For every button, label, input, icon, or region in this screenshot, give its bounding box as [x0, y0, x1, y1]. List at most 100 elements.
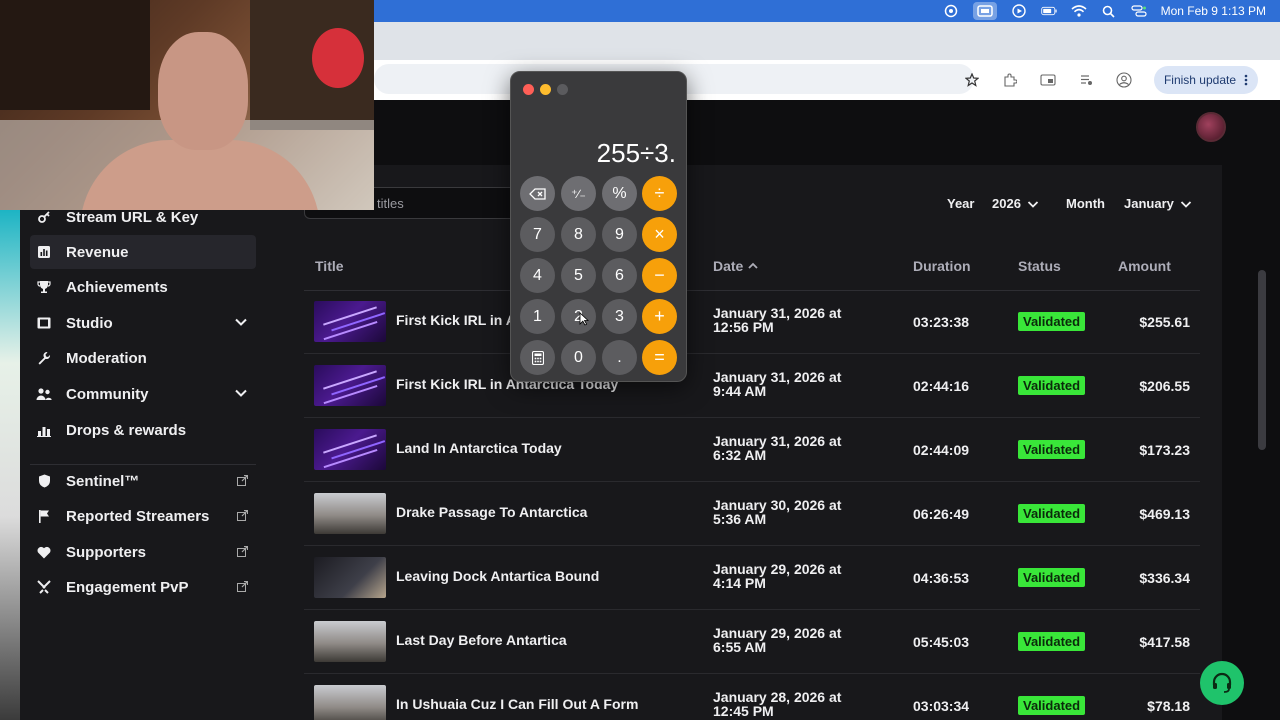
table-row[interactable]: Land In Antarctica Today January 31, 202… — [304, 418, 1200, 482]
menubar-clock[interactable]: Mon Feb 9 1:13 PM — [1161, 4, 1266, 18]
row-amount: $206.55 — [1139, 378, 1190, 394]
calc-key-6[interactable]: 6 — [602, 258, 637, 293]
table-row[interactable]: Last Day Before Antartica January 29, 20… — [304, 610, 1200, 674]
row-date: January 29, 2026 at 6:55 AM — [713, 625, 842, 655]
table-row[interactable]: In Ushuaia Cuz I Can Fill Out A Form Jan… — [304, 674, 1200, 720]
external-link-icon — [237, 509, 249, 524]
chevron-down-icon[interactable] — [234, 315, 248, 329]
row-date: January 28, 2026 at 12:45 PM — [713, 689, 842, 719]
sidebar-item-engagement-pvp[interactable]: Engagement PvP — [30, 570, 256, 604]
table-row[interactable]: First Kick IRL in Antarctica Today Janua… — [304, 354, 1200, 418]
sidebar-item-label: Revenue — [66, 243, 129, 261]
cast-icon[interactable] — [1040, 72, 1056, 88]
sidebar-item-label: Studio — [66, 314, 113, 332]
profile-icon[interactable] — [1116, 72, 1132, 88]
row-title[interactable]: In Ushuaia Cuz I Can Fill Out A Form — [396, 696, 638, 712]
calc-key-decimal[interactable]: . — [602, 340, 637, 375]
table-row[interactable]: Drake Passage To Antarctica January 30, … — [304, 482, 1200, 546]
calc-key-multiply[interactable]: × — [642, 217, 677, 252]
month-select[interactable]: January — [1124, 196, 1192, 211]
stream-thumbnail[interactable] — [314, 685, 386, 720]
close-window-button[interactable] — [523, 84, 534, 95]
row-duration: 03:23:38 — [913, 314, 970, 330]
row-title[interactable]: Leaving Dock Antartica Bound — [396, 568, 599, 584]
sidebar-item-revenue[interactable]: Revenue — [30, 235, 256, 269]
calc-key-1[interactable]: 1 — [520, 299, 555, 334]
row-title[interactable]: Drake Passage To Antarctica — [396, 504, 587, 520]
calc-key-8[interactable]: 8 — [561, 217, 596, 252]
calc-key-4[interactable]: 4 — [520, 258, 555, 293]
calculator-window: 255÷3. ⁺∕₋ % ÷ 7 8 9 × 4 5 6 − 1 2 3 + 0… — [510, 71, 687, 382]
table-row[interactable]: Leaving Dock Antartica Bound January 29,… — [304, 546, 1200, 610]
stream-thumbnail[interactable] — [314, 301, 386, 342]
webcam-balloon — [312, 28, 364, 88]
calc-key-0[interactable]: 0 — [561, 340, 596, 375]
calc-key-mode[interactable] — [520, 340, 555, 375]
calc-key-5[interactable]: 5 — [561, 258, 596, 293]
finish-update-button[interactable]: Finish update — [1153, 66, 1258, 94]
calc-key-3[interactable]: 3 — [602, 299, 637, 334]
page-scrollbar[interactable] — [1258, 270, 1266, 450]
wifi-icon[interactable] — [1071, 4, 1087, 18]
battery-icon[interactable] — [1040, 4, 1057, 18]
table-row[interactable]: First Kick IRL in A January 31, 2026 at … — [304, 290, 1200, 354]
extensions-icon[interactable] — [1002, 72, 1018, 88]
play-icon[interactable] — [1011, 4, 1027, 18]
row-title[interactable]: First Kick IRL in A — [396, 312, 516, 328]
search-icon[interactable] — [1101, 4, 1117, 18]
film-icon — [36, 315, 52, 331]
user-avatar[interactable] — [1196, 112, 1226, 142]
column-header-duration[interactable]: Duration — [913, 258, 971, 274]
calc-key-sign[interactable]: ⁺∕₋ — [561, 176, 596, 211]
year-value: 2026 — [992, 196, 1021, 211]
star-icon[interactable] — [964, 72, 980, 88]
zoom-window-button[interactable] — [557, 84, 568, 95]
creative-cloud-icon[interactable] — [943, 4, 959, 18]
column-header-date[interactable]: Date — [713, 258, 759, 274]
column-header-status[interactable]: Status — [1018, 258, 1061, 274]
calc-key-9[interactable]: 9 — [602, 217, 637, 252]
year-label: Year — [947, 196, 975, 211]
column-header-title[interactable]: Title — [315, 258, 344, 274]
column-header-amount[interactable]: Amount — [1118, 258, 1171, 274]
calc-key-subtract[interactable]: − — [642, 258, 677, 293]
sidebar-item-label: Reported Streamers — [66, 507, 210, 525]
background-window-strip — [0, 210, 20, 720]
sidebar-item-reported-streamers[interactable]: Reported Streamers — [30, 499, 256, 533]
calc-key-divide[interactable]: ÷ — [642, 176, 677, 211]
stream-thumbnail[interactable] — [314, 621, 386, 662]
calc-key-backspace[interactable] — [520, 176, 555, 211]
sidebar-item-studio[interactable]: Studio — [30, 306, 256, 340]
screen-record-icon[interactable] — [972, 2, 997, 20]
calc-key-add[interactable]: + — [642, 299, 677, 334]
media-icon[interactable] — [1078, 72, 1094, 88]
sidebar-item-moderation[interactable]: Moderation — [30, 341, 256, 375]
status-badge: Validated — [1018, 504, 1086, 523]
sidebar-item-achievements[interactable]: Achievements — [30, 270, 256, 304]
row-title[interactable]: Last Day Before Antartica — [396, 632, 567, 648]
row-title[interactable]: Land In Antarctica Today — [396, 440, 562, 456]
row-date: January 31, 2026 at 6:32 AM — [713, 433, 842, 463]
webcam-background — [0, 0, 150, 110]
stream-thumbnail[interactable] — [314, 429, 386, 470]
sidebar-item-drops[interactable]: Drops & rewards — [30, 413, 256, 447]
sidebar-item-community[interactable]: Community — [30, 377, 256, 411]
stream-thumbnail[interactable] — [314, 365, 386, 406]
stream-thumbnail[interactable] — [314, 493, 386, 534]
chevron-down-icon[interactable] — [234, 386, 248, 400]
help-chat-button[interactable] — [1200, 661, 1244, 705]
row-duration: 05:45:03 — [913, 634, 970, 650]
year-select[interactable]: 2026 — [992, 196, 1039, 211]
external-link-icon — [237, 474, 249, 489]
stream-thumbnail[interactable] — [314, 557, 386, 598]
row-duration: 02:44:09 — [913, 442, 970, 458]
sidebar-item-sentinel[interactable]: Sentinel™ — [30, 464, 256, 498]
sidebar-item-supporters[interactable]: Supporters — [30, 535, 256, 569]
calc-key-equals[interactable]: = — [642, 340, 677, 375]
control-center-icon[interactable] — [1131, 4, 1147, 18]
calc-key-7[interactable]: 7 — [520, 217, 555, 252]
minimize-window-button[interactable] — [540, 84, 551, 95]
calc-key-percent[interactable]: % — [602, 176, 637, 211]
row-amount: $255.61 — [1139, 314, 1190, 330]
row-amount: $469.13 — [1139, 506, 1190, 522]
